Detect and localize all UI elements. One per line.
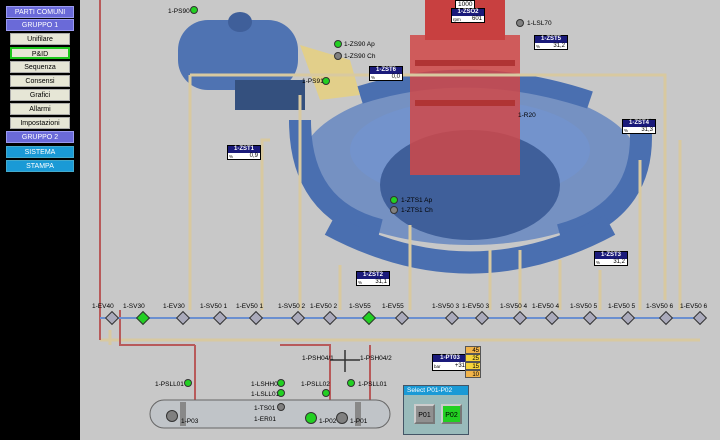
readout-zst3-tag: 1-ZST3 bbox=[595, 252, 627, 259]
readout-zst3: 1-ZST3 % 31,2 bbox=[594, 251, 628, 266]
label-zs90-ap: 1-ZS90 Ap bbox=[344, 41, 375, 48]
readout-zst6-unit: % bbox=[371, 75, 376, 80]
pump-p02-icon[interactable] bbox=[305, 412, 317, 424]
pressure-bar-scale: 45 25 15 10 bbox=[465, 346, 481, 378]
label-ts01: 1-TS01 bbox=[254, 405, 276, 412]
valve-label-1-sv55: 1-SV55 bbox=[349, 303, 371, 310]
readout-zst2-unit: % bbox=[358, 280, 363, 285]
valve-label-1-sv50-3: 1-SV50 3 bbox=[432, 303, 460, 310]
pid-diagram: 1-EV40 1-SV30 1-EV30 1-SV50 1 1-EV50 1 1-SV50… bbox=[0, 0, 720, 440]
readout-zst4: 1-ZST4 % 31,3 bbox=[622, 119, 656, 134]
ps90-indicator-icon bbox=[190, 6, 198, 14]
readout-zst5-unit: % bbox=[536, 44, 541, 49]
readout-pt03: 1-PT03 bar +31 bbox=[432, 354, 468, 371]
readout-zst6-tag: 1-ZST6 bbox=[370, 67, 402, 74]
readout-zst5-value: 31,2 bbox=[553, 43, 565, 49]
valve-label-1-ev50-1: 1-EV50 1 bbox=[236, 303, 264, 310]
label-r20: 1-R20 bbox=[518, 112, 536, 119]
readout-zst6: 1-ZST6 % 0,0 bbox=[369, 66, 403, 81]
readout-zst1-tag: 1-ZST1 bbox=[228, 146, 260, 153]
readout-zst1: 1-ZST1 % 0,9 bbox=[227, 145, 261, 160]
readout-zst4-unit: % bbox=[624, 128, 629, 133]
label-p01: 1-P01 bbox=[350, 418, 368, 425]
label-ps91: 1-PS91 bbox=[302, 78, 324, 85]
label-lsl70: 1-LSL70 bbox=[527, 20, 552, 27]
label-zs90-ch: 1-ZS90 Ch bbox=[344, 53, 376, 60]
pump-p01-icon[interactable] bbox=[336, 412, 348, 424]
valve-label-1-ev55: 1-EV55 bbox=[382, 303, 404, 310]
readout-zst6-value: 0,0 bbox=[391, 74, 400, 80]
readout-zst3-value: 31,2 bbox=[613, 259, 625, 265]
label-psll02: 1-PSLL02 bbox=[301, 381, 330, 388]
label-p03: 1-P03 bbox=[181, 418, 199, 425]
valve-label-1-ev50-4: 1-EV50 4 bbox=[532, 303, 560, 310]
label-p02: 1-P02 bbox=[319, 418, 337, 425]
readout-zst2-tag: 1-ZST2 bbox=[357, 272, 389, 279]
label-zts1-ch: 1-ZTS1 Ch bbox=[401, 207, 433, 214]
readout-pt03-unit: bar bbox=[434, 364, 441, 369]
pid-drawing bbox=[99, 0, 700, 429]
valve-label-1-ev40: 1-EV40 bbox=[92, 303, 114, 310]
readout-zst2-value: 31,1 bbox=[375, 279, 387, 285]
readout-zso2-unit: rpm bbox=[453, 17, 461, 22]
readout-zso2-tag: 1-ZSO2 bbox=[452, 9, 484, 16]
valve-label-1-ev50-5: 1-EV50 5 bbox=[608, 303, 636, 310]
valve-label-1-sv50-2: 1-SV50 2 bbox=[278, 303, 306, 310]
valve-label-1-sv50-6: 1-SV50 6 bbox=[646, 303, 674, 310]
select-pump-title: Select P01-P02 bbox=[404, 386, 468, 395]
lsl70-indicator-icon bbox=[516, 19, 524, 27]
zts1ap-indicator-icon bbox=[390, 196, 398, 204]
readout-zst5-tag: 1-ZST5 bbox=[535, 36, 567, 43]
valve-label-1-sv30: 1-SV30 bbox=[123, 303, 145, 310]
label-psll01-right: 1-PSLL01 bbox=[358, 381, 387, 388]
valve-label-1-ev50-2: 1-EV50 2 bbox=[310, 303, 338, 310]
label-psh04-1: 1-PSH04/1 bbox=[302, 355, 334, 362]
label-er01: 1-ER01 bbox=[254, 416, 277, 423]
label-lsll01: 1-LSLL01 bbox=[251, 391, 280, 398]
valve-label-1-ev50-6: 1-EV50 6 bbox=[680, 303, 708, 310]
psll02-indicator-icon bbox=[322, 389, 330, 397]
select-pump-panel: Select P01-P02 P01 P02 bbox=[403, 385, 469, 435]
readout-zso2-value: 601 bbox=[471, 16, 482, 22]
valve-label-1-ev30: 1-EV30 bbox=[163, 303, 185, 310]
readout-zst2: 1-ZST2 % 31,1 bbox=[356, 271, 390, 286]
zts1ch-indicator-icon bbox=[390, 206, 398, 214]
psll01-right-indicator-icon bbox=[347, 379, 355, 387]
pressure-bar-10: 10 bbox=[465, 370, 481, 378]
pressure-bar-45: 45 bbox=[465, 346, 481, 354]
readout-zso2: 1-ZSO2 rpm 601 bbox=[451, 8, 485, 23]
label-psh04-2: 1-PSH04/2 bbox=[360, 355, 392, 362]
readout-pt03-value: +31 bbox=[454, 363, 465, 369]
valve-label-1-sv50-5: 1-SV50 5 bbox=[570, 303, 598, 310]
readout-zst3-unit: % bbox=[596, 260, 601, 265]
ps91-indicator-icon bbox=[322, 77, 330, 85]
lsll01-indicator-icon bbox=[277, 389, 285, 397]
psll01-left-indicator-icon bbox=[184, 379, 192, 387]
zs90ch-indicator-icon bbox=[334, 52, 342, 60]
select-p02-button[interactable]: P02 bbox=[441, 404, 462, 424]
zs90ap-indicator-icon bbox=[334, 40, 342, 48]
pump-p03-icon[interactable] bbox=[166, 410, 178, 422]
ts01-indicator-icon bbox=[277, 403, 285, 411]
readout-zst5: 1-ZST5 % 31,2 bbox=[534, 35, 568, 50]
valve-label-1-sv50-4: 1-SV50 4 bbox=[500, 303, 528, 310]
readout-zst4-value: 31,3 bbox=[641, 127, 653, 133]
readout-zst1-unit: % bbox=[229, 154, 234, 159]
readout-zst4-tag: 1-ZST4 bbox=[623, 120, 655, 127]
label-ps90: 1-PS90 bbox=[168, 8, 190, 15]
pressure-bar-25: 25 bbox=[465, 354, 481, 362]
pressure-bar-15: 15 bbox=[465, 362, 481, 370]
lshh01-indicator-icon bbox=[277, 379, 285, 387]
readout-pt03-tag: 1-PT03 bbox=[433, 355, 467, 362]
readout-zst1-value: 0,9 bbox=[249, 153, 258, 159]
label-psll01-left: 1-PSLL01 bbox=[155, 381, 184, 388]
label-zts1-ap: 1-ZTS1 Ap bbox=[401, 197, 433, 204]
valve-label-1-sv50-1: 1-SV50 1 bbox=[200, 303, 228, 310]
valve-label-1-ev50-3: 1-EV50 3 bbox=[462, 303, 490, 310]
select-p01-button[interactable]: P01 bbox=[414, 404, 435, 424]
